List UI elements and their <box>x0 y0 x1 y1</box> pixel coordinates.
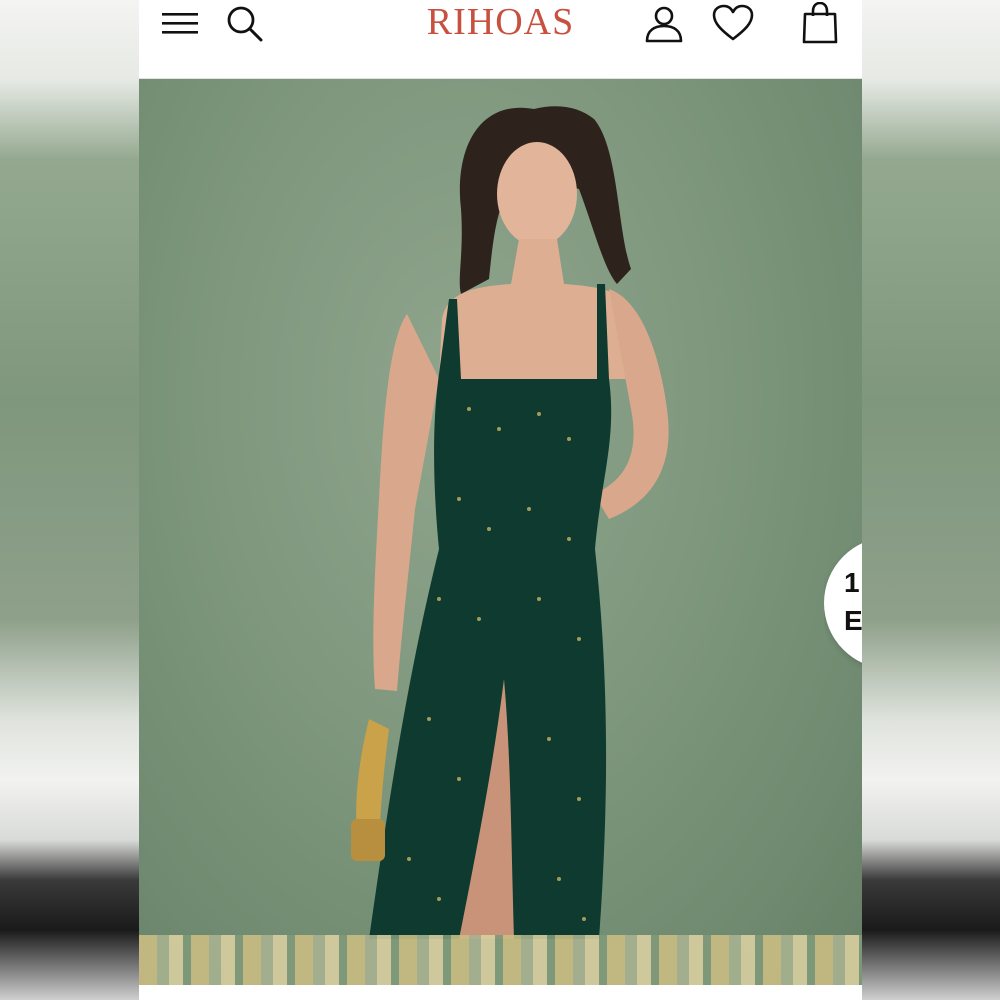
heart-icon[interactable] <box>711 0 755 46</box>
mobile-page: RIHOAS 1 E <box>139 0 862 1000</box>
side-promo-badge[interactable]: 1 E <box>824 534 862 672</box>
decorative-rug <box>139 935 862 985</box>
site-header: RIHOAS <box>139 0 862 79</box>
model-illustration <box>351 106 669 939</box>
page-bottom-edge <box>139 985 862 1000</box>
user-icon[interactable] <box>644 0 684 46</box>
badge-line-2: E <box>844 605 862 636</box>
right-blurred-background <box>862 0 1000 1000</box>
shopping-bag-icon[interactable] <box>801 0 839 46</box>
badge-line-1: 1 <box>844 567 860 598</box>
left-blurred-background <box>0 0 139 1000</box>
product-hero-image[interactable]: 1 E <box>139 79 862 985</box>
